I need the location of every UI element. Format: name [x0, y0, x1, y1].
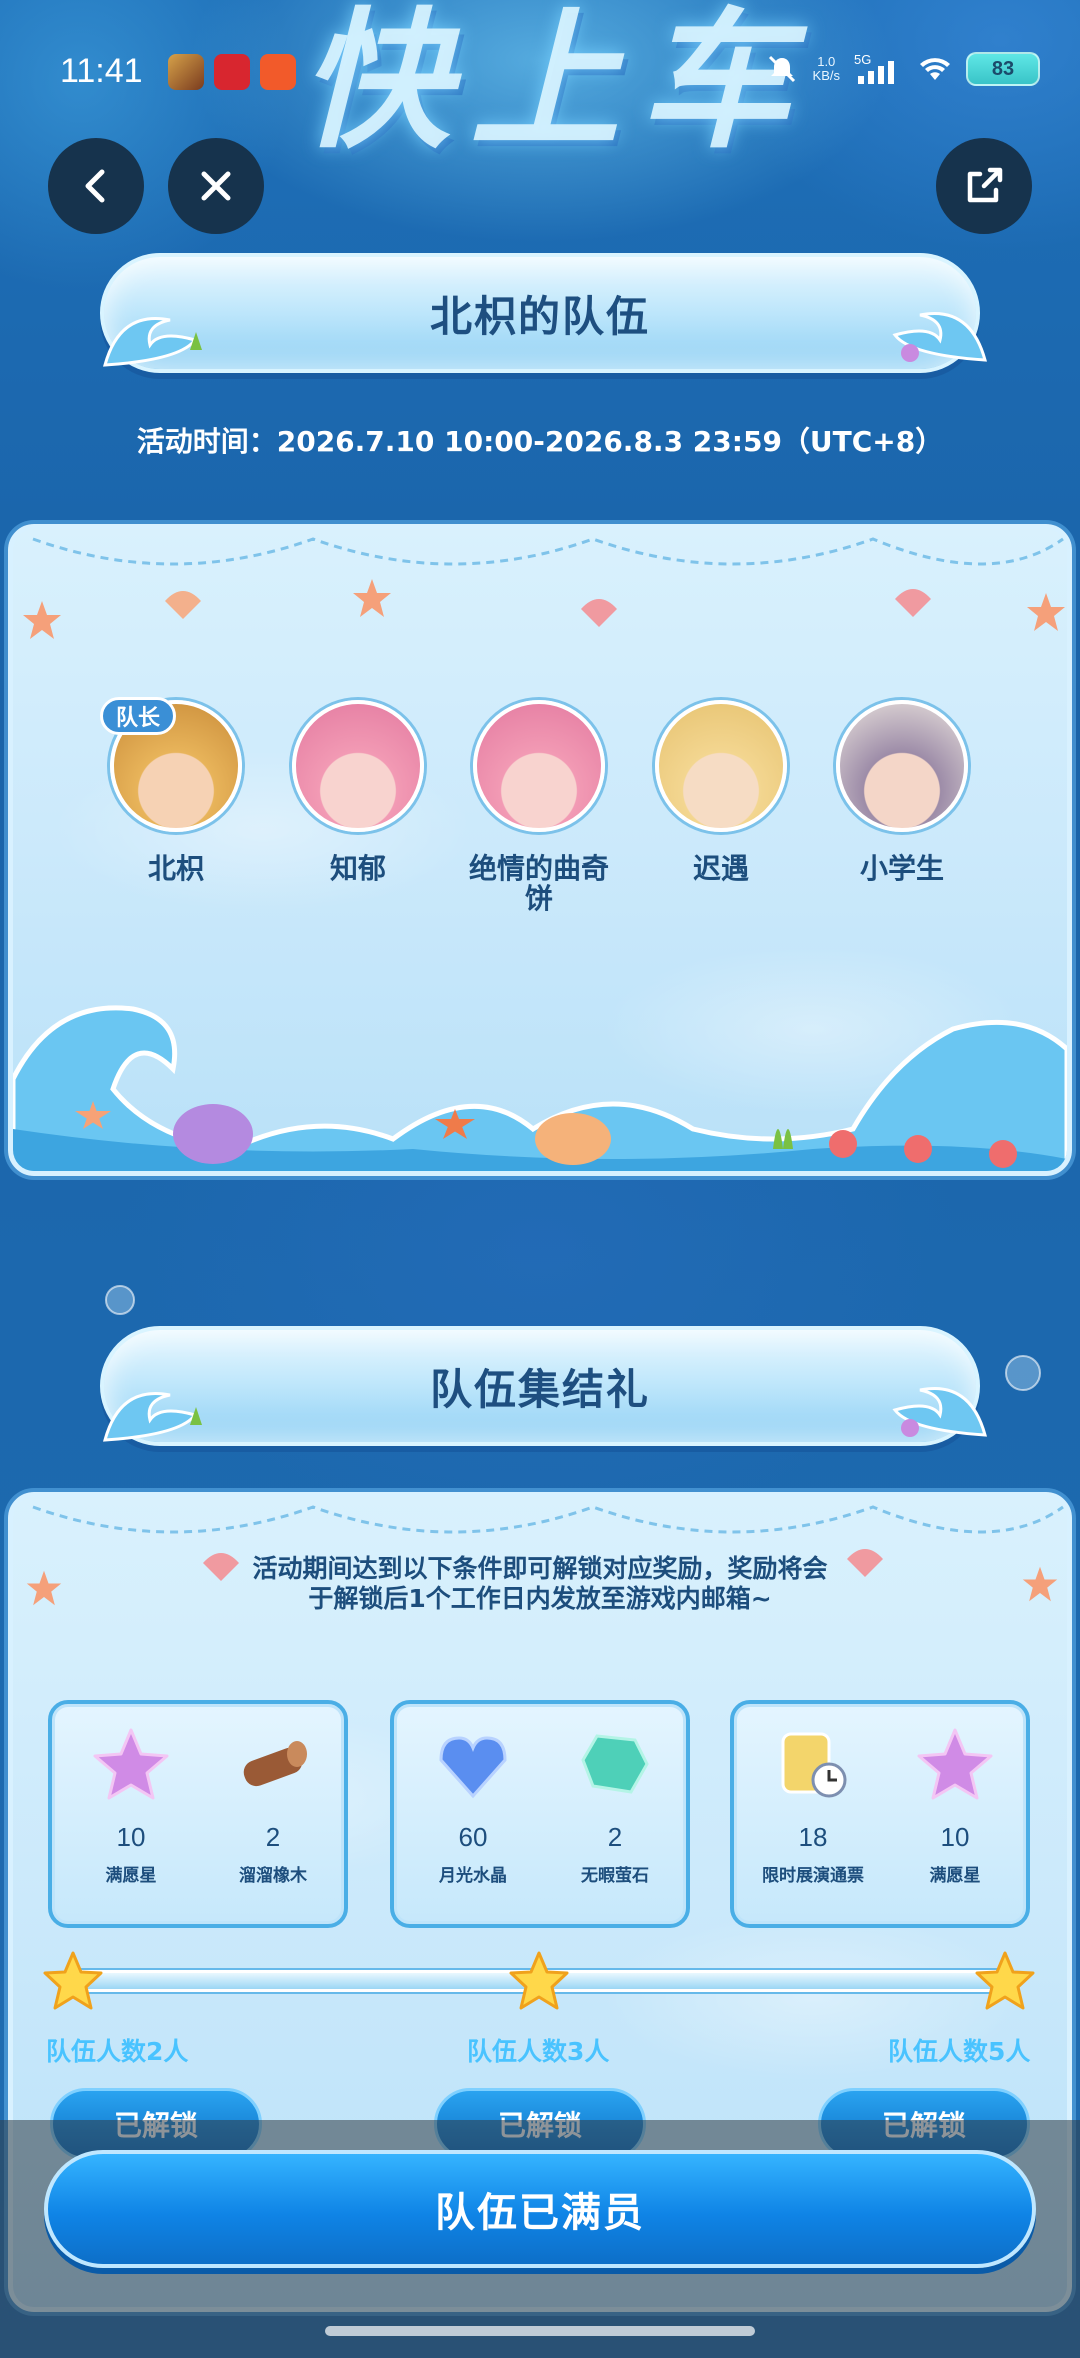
shell-icon	[581, 599, 617, 627]
share-icon	[967, 167, 1003, 203]
progress-star-icon	[43, 1951, 103, 2010]
reward-item[interactable]: 18 限时展演通票	[748, 1724, 878, 1886]
wifi-icon	[918, 52, 952, 86]
progress-star-icon	[509, 1951, 569, 2010]
close-icon	[201, 171, 231, 201]
network-speed: 1.0 KB/s	[812, 54, 840, 83]
share-button[interactable]	[936, 138, 1032, 234]
member-name: 绝情的曲奇 饼	[468, 852, 609, 915]
team-member[interactable]: 小学生	[822, 700, 982, 884]
team-title-banner: 北枳的队伍	[100, 253, 980, 373]
ocean-waves-decoration	[13, 1005, 1067, 1171]
reward-item[interactable]: 2 溜溜橡木	[208, 1724, 338, 1886]
tier-label: 队伍人数3人	[467, 2037, 610, 2066]
bubble-icon	[1005, 1355, 1041, 1391]
reward-card-tier2: 60 月光水晶 2 无暇萤石	[390, 1700, 690, 1928]
shell-icon	[165, 591, 201, 619]
activity-time: 活动时间：2026.7.10 10:00-2026.8.3 23:59（UTC+…	[136, 425, 944, 458]
heart-app-icon	[214, 54, 250, 90]
moonlight-crystal-icon	[439, 1736, 507, 1799]
rally-title: 队伍集结礼	[429, 1364, 650, 1414]
network-type-label: 5G	[854, 52, 871, 67]
wave-icon	[892, 312, 988, 362]
cellular-signal-icon: 5G	[854, 52, 904, 86]
reward-item[interactable]: 60 月光水晶	[408, 1724, 538, 1886]
status-time: 11:41	[60, 52, 143, 90]
team-full-button[interactable]: 队伍已满员	[44, 2150, 1036, 2268]
tier-label: 队伍人数2人	[46, 2037, 189, 2066]
reward-item[interactable]: 10 满愿星	[890, 1724, 1020, 1886]
avatar	[473, 700, 605, 832]
reward-card-tier3: 18 限时展演通票 10 满愿星	[730, 1700, 1030, 1928]
captain-badge: 队长	[100, 697, 176, 735]
wave-icon	[102, 317, 202, 367]
fluorite-gem-icon	[581, 1734, 649, 1794]
avatar	[836, 700, 968, 832]
member-name: 北枳	[147, 852, 204, 885]
team-title: 北枳的队伍	[429, 291, 650, 341]
rally-intro: 活动期间达到以下条件即可解锁对应奖励，奖励将会 于解锁后1个工作日内发放至游戏内…	[252, 1554, 828, 1613]
starfish-icon	[23, 601, 61, 639]
show-pass-ticket-icon	[781, 1732, 847, 1798]
bubble-icon	[105, 1285, 135, 1315]
starfish-icon	[353, 579, 391, 617]
wood-log-icon	[243, 1741, 307, 1787]
game-app-icon	[168, 54, 204, 90]
member-name: 知郁	[329, 852, 386, 885]
wish-star-icon	[917, 1728, 993, 1800]
team-member[interactable]: 知郁	[278, 700, 438, 884]
shopping-app-icon	[260, 54, 296, 90]
avatar	[292, 700, 424, 832]
mute-icon	[765, 52, 799, 86]
reward-item[interactable]: 10 满愿星	[66, 1724, 196, 1886]
reward-card-tier1: 10 满愿星 2 溜溜橡木	[48, 1700, 348, 1928]
close-button[interactable]	[168, 138, 264, 234]
battery-indicator: 83	[966, 52, 1040, 86]
reward-item[interactable]: 2 无暇萤石	[550, 1724, 680, 1886]
team-full-label: 队伍已满员	[435, 2190, 645, 2236]
wave-icon	[102, 1392, 202, 1442]
status-bar: 11:41 1.0 KB/s 5G 83	[0, 0, 1080, 140]
starfish-icon	[1027, 593, 1065, 631]
team-member[interactable]: 迟遇	[641, 700, 801, 884]
status-indicators: 1.0 KB/s 5G 83	[765, 52, 1040, 86]
avatar	[655, 700, 787, 832]
team-member[interactable]: 绝情的曲奇 饼	[459, 700, 619, 914]
progress-star-icon	[975, 1951, 1035, 2010]
member-name: 迟遇	[692, 852, 749, 885]
member-name: 小学生	[859, 852, 944, 885]
home-indicator[interactable]	[325, 2326, 755, 2336]
rally-title-banner: 队伍集结礼	[100, 1326, 980, 1446]
wish-star-icon	[93, 1728, 169, 1800]
wave-icon	[892, 1387, 988, 1437]
back-button[interactable]	[48, 138, 144, 234]
shell-icon	[895, 589, 931, 617]
chevron-left-icon	[85, 169, 105, 203]
tier-label: 队伍人数5人	[888, 2037, 1031, 2066]
